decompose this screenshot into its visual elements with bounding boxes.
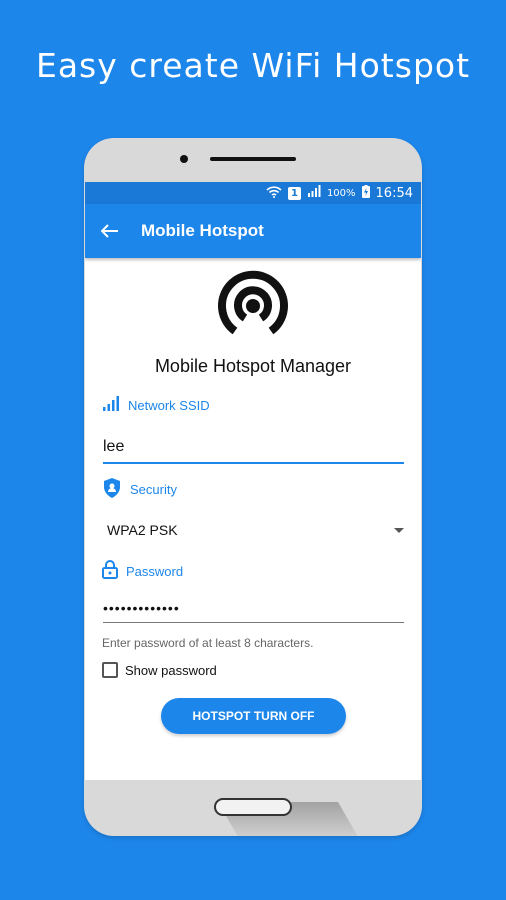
- ssid-label-text: Network SSID: [128, 397, 210, 413]
- password-label-text: Password: [126, 563, 184, 579]
- ssid-input[interactable]: lee: [103, 438, 404, 464]
- dropdown-caret-icon: [394, 527, 404, 533]
- status-bar: 1 100% 16:54: [85, 182, 421, 204]
- sim-icon: 1: [287, 186, 301, 200]
- security-label-text: Security: [130, 482, 177, 497]
- camera-dot: [180, 155, 188, 163]
- password-input[interactable]: •••••••••••••: [103, 600, 404, 623]
- main-content: Mobile Hotspot Manager Network SSID lee: [85, 258, 421, 780]
- promo-headline: Easy create WiFi Hotspot: [35, 46, 471, 85]
- wifi-hotspot-icon: [266, 185, 282, 202]
- app-bar: Mobile Hotspot: [85, 204, 421, 258]
- password-hint: Enter password of at least 8 characters.: [102, 636, 314, 650]
- security-select-value: WPA2 PSK: [107, 522, 178, 538]
- show-password-checkbox[interactable]: [102, 662, 118, 678]
- show-password-row[interactable]: Show password: [102, 662, 217, 678]
- app-bar-title: Mobile Hotspot: [141, 221, 264, 240]
- status-time: 16:54: [375, 185, 413, 201]
- battery-charging-icon: [361, 184, 370, 202]
- ssid-label: Network SSID: [102, 396, 210, 414]
- signal-icon: [307, 185, 321, 201]
- hotspot-toggle-button[interactable]: HOTSPOT TURN OFF: [161, 698, 346, 734]
- shield-icon: [102, 477, 122, 502]
- security-label: Security: [102, 477, 177, 502]
- home-button[interactable]: [214, 798, 292, 816]
- signal-icon: [102, 396, 120, 414]
- lock-icon: [102, 560, 118, 582]
- battery-percent: 100%: [326, 187, 356, 199]
- speaker-grille: [210, 157, 296, 161]
- security-select[interactable]: WPA2 PSK: [107, 522, 404, 538]
- phone-frame: 1 100% 16:54 Mobile Hotspot Mobile Hotsp…: [84, 138, 422, 836]
- back-arrow-icon[interactable]: [100, 221, 141, 241]
- password-label: Password: [102, 560, 183, 582]
- hotspot-icon: [218, 270, 288, 335]
- phone-screen: 1 100% 16:54 Mobile Hotspot Mobile Hotsp…: [85, 182, 421, 780]
- show-password-label: Show password: [125, 662, 217, 678]
- app-name-heading: Mobile Hotspot Manager: [154, 356, 352, 376]
